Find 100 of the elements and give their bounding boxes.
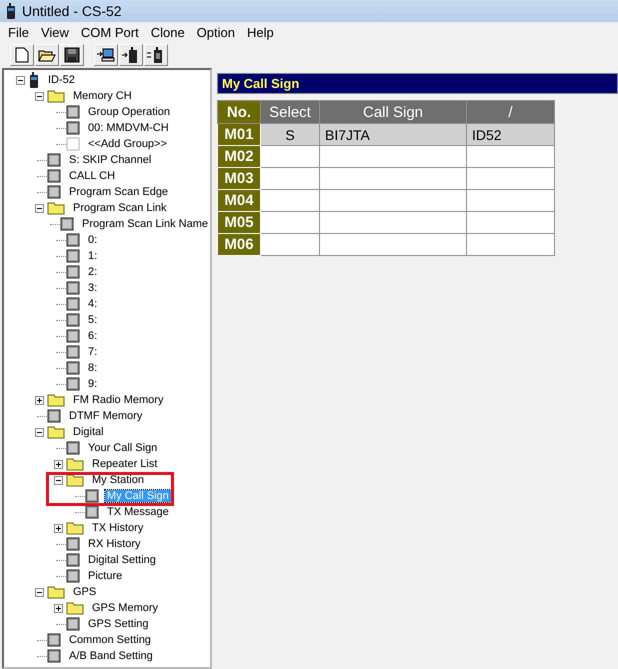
tree-item[interactable]: 1: — [86, 250, 100, 262]
tree-item[interactable]: 6: — [86, 330, 100, 342]
column-header: Call Sign — [320, 100, 466, 124]
folder-icon — [66, 457, 84, 471]
radio-icon[interactable] — [144, 44, 168, 66]
panel-title: My Call Sign — [217, 73, 618, 94]
folder-icon — [47, 425, 65, 439]
document-icon — [66, 617, 80, 631]
expander-icon[interactable] — [16, 76, 25, 84]
document-icon — [47, 633, 61, 647]
column-header: Select — [260, 100, 320, 124]
expander-icon[interactable] — [35, 428, 44, 436]
expander-icon[interactable] — [35, 92, 44, 100]
tree-item[interactable]: Picture — [86, 570, 124, 582]
tree-item[interactable]: Digital — [71, 426, 106, 438]
document-icon — [66, 297, 80, 311]
tree-item[interactable]: 4: — [86, 298, 100, 310]
menu-item[interactable]: COM Port — [74, 24, 145, 40]
folder-icon — [47, 585, 65, 599]
column-header: No. — [218, 100, 260, 124]
expander-icon[interactable] — [35, 204, 44, 212]
document-icon — [66, 265, 80, 279]
open-folder-icon[interactable] — [35, 44, 59, 66]
tree-item[interactable]: Program Scan Link Name — [80, 218, 210, 230]
tree-item[interactable]: 8: — [86, 362, 100, 374]
blank-icon — [66, 137, 80, 151]
tree-item[interactable]: TX Message — [105, 506, 171, 518]
radio-icon — [6, 3, 16, 19]
new-file-icon[interactable] — [10, 44, 34, 66]
folder-icon — [47, 201, 65, 215]
tree-item[interactable]: Your Call Sign — [86, 442, 160, 454]
expander-icon[interactable] — [54, 460, 63, 468]
tree-item[interactable]: 5: — [86, 314, 100, 326]
expander-icon[interactable] — [54, 476, 63, 484]
expander-icon[interactable] — [54, 524, 63, 532]
document-icon — [66, 345, 80, 359]
document-icon — [66, 553, 80, 567]
menu-item[interactable]: Clone — [144, 24, 191, 40]
tree-item[interactable]: 0: — [86, 234, 100, 246]
document-icon — [85, 489, 99, 503]
folder-icon — [47, 89, 65, 103]
tree-item[interactable]: 00: MMDVM-CH — [86, 122, 171, 134]
document-icon — [66, 441, 80, 455]
tree-item[interactable]: Repeater List — [90, 458, 160, 470]
tree-item[interactable]: GPS Setting — [86, 618, 151, 630]
row-number: M05 — [218, 212, 260, 234]
document-icon — [66, 233, 80, 247]
folder-icon — [47, 393, 65, 407]
document-icon — [85, 505, 99, 519]
document-icon — [66, 377, 80, 391]
folder-icon — [66, 473, 84, 487]
tree-item[interactable]: Memory CH — [71, 90, 134, 102]
tree-item[interactable]: Common Setting — [67, 634, 153, 646]
menu-item[interactable]: Help — [240, 24, 280, 40]
computer-icon[interactable] — [94, 44, 118, 66]
expander-icon[interactable] — [35, 396, 44, 404]
document-icon — [47, 185, 61, 199]
row-number: M01 — [218, 124, 260, 146]
row-number: M06 — [218, 234, 260, 256]
radio-icon[interactable] — [119, 44, 143, 66]
tree-item[interactable]: Program Scan Edge — [67, 186, 170, 198]
menu-item[interactable]: View — [34, 24, 75, 40]
tree-item[interactable]: S: SKIP Channel — [67, 154, 154, 166]
document-icon — [66, 249, 80, 263]
tree-item[interactable]: 3: — [86, 282, 100, 294]
folder-icon — [66, 521, 84, 535]
tree-item[interactable]: A/B Band Setting — [67, 650, 155, 662]
tree-item[interactable]: 2: — [86, 266, 100, 278]
tree-item[interactable]: Group Operation — [86, 106, 172, 118]
tree-item[interactable]: 7: — [86, 346, 100, 358]
tree-item[interactable]: Program Scan Link — [71, 202, 169, 214]
document-icon — [47, 153, 61, 167]
folder-icon — [66, 601, 84, 615]
document-icon — [66, 105, 80, 119]
menu-item[interactable]: Option — [190, 24, 241, 40]
tree-item[interactable]: DTMF Memory — [67, 410, 144, 422]
tree-item[interactable]: GPS — [71, 586, 98, 598]
tree-item[interactable]: CALL CH — [67, 170, 118, 182]
tree-item[interactable]: TX History — [90, 522, 146, 534]
save-icon[interactable] — [60, 44, 84, 66]
document-icon — [47, 409, 61, 423]
document-icon — [66, 121, 80, 135]
tree-item[interactable]: FM Radio Memory — [71, 394, 166, 406]
expander-icon[interactable] — [54, 604, 63, 612]
tree-item[interactable]: ID-52 — [46, 74, 77, 86]
tree-item[interactable]: <<Add Group>> — [86, 138, 169, 150]
tree-item[interactable]: RX History — [86, 538, 143, 550]
expander-icon[interactable] — [35, 588, 44, 596]
document-icon — [47, 169, 61, 183]
tree-item[interactable]: Digital Setting — [86, 554, 158, 566]
document-icon — [66, 313, 80, 327]
menu-item[interactable]: File — [2, 24, 35, 40]
table-cell: ID52 — [466, 124, 554, 146]
document-icon — [47, 649, 61, 663]
document-icon — [66, 361, 80, 375]
tree-item[interactable]: My Station — [90, 474, 146, 486]
radio-icon — [28, 72, 40, 88]
tree-item[interactable]: GPS Memory — [90, 602, 160, 614]
tree-item[interactable]: 9: — [86, 378, 100, 390]
table-cell: S — [260, 124, 320, 146]
